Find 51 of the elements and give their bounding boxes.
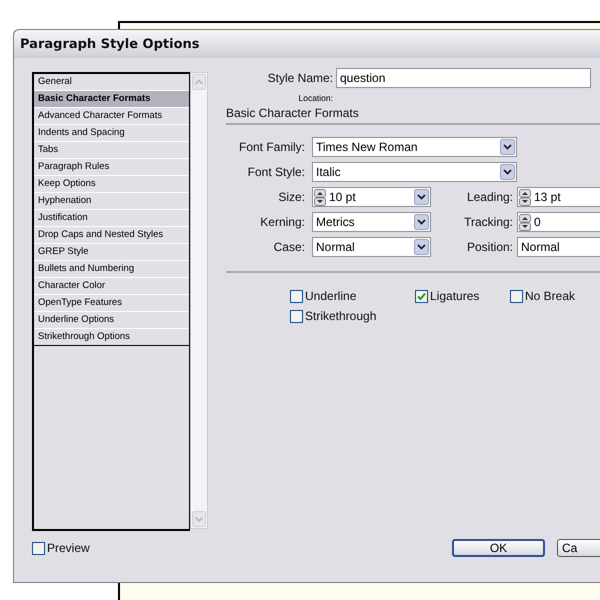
spinner-field[interactable]: 0 [517, 212, 600, 232]
field-label: Font Family: [238, 140, 305, 154]
dropdown-field[interactable]: Normal [517, 237, 600, 258]
dropdown-field[interactable]: Metrics [312, 212, 431, 232]
category-item[interactable]: Drop Caps and Nested Styles [34, 227, 189, 244]
category-item[interactable]: Keep Options [34, 176, 189, 194]
section-heading: Basic Character Formats [226, 106, 600, 126]
checkbox[interactable] [32, 542, 45, 555]
checkbox-label: Ligatures [430, 289, 480, 304]
category-item[interactable]: Advanced Character Formats [34, 108, 189, 126]
category-item[interactable]: Justification [34, 210, 189, 228]
dropdown-field[interactable]: Times New Roman [312, 137, 517, 158]
category-item[interactable]: Character Color [34, 278, 189, 296]
category-item[interactable]: Strikethrough Options [34, 329, 189, 346]
checkbox-label: Underline [305, 289, 356, 304]
category-item[interactable]: Indents and Spacing [34, 125, 189, 142]
category-item[interactable]: Hyphenation [34, 193, 189, 210]
category-item[interactable]: GREP Style [34, 244, 189, 262]
checkbox-label: Preview [47, 541, 90, 556]
spinner-icon[interactable] [314, 188, 326, 206]
field-label: Position: [466, 240, 513, 254]
spinner-dropdown-field[interactable]: 13 pt [517, 187, 600, 208]
field-label: Font Style: [246, 165, 305, 180]
dropdown-field[interactable]: Normal [312, 237, 431, 258]
checkbox[interactable] [415, 290, 428, 303]
window-title: Paragraph Style Options [14, 30, 600, 58]
field-label: Tracking: [463, 215, 513, 230]
field-label: Style Name: [266, 71, 333, 86]
checkbox-label: Strikethrough [305, 309, 376, 324]
checkbox-label: No Break [525, 289, 576, 304]
spinner-icon[interactable] [519, 214, 531, 231]
location-label: Location: [298, 93, 333, 104]
spinner-icon[interactable] [519, 188, 531, 206]
field-label: Kerning: [259, 215, 305, 230]
spinner-dropdown-field[interactable]: 10 pt [312, 187, 431, 208]
checkbox[interactable] [290, 290, 303, 303]
style-name-field[interactable]: question [336, 68, 591, 88]
category-item[interactable]: Basic Character Formats [34, 91, 189, 108]
field-label: Size: [277, 190, 305, 204]
category-item[interactable]: Bullets and Numbering [34, 261, 189, 278]
field-label: Leading: [466, 190, 513, 204]
category-item[interactable]: Paragraph Rules [34, 159, 189, 176]
category-item[interactable]: Tabs [34, 142, 189, 160]
field-label: Case: [272, 240, 305, 254]
dropdown-field[interactable]: Italic [312, 162, 517, 182]
cancel-button[interactable]: Ca [557, 539, 600, 558]
checkbox[interactable] [510, 290, 523, 303]
checkbox[interactable] [290, 310, 303, 323]
category-item[interactable]: OpenType Features [34, 295, 189, 312]
ok-button[interactable]: OK [452, 539, 545, 558]
category-item[interactable]: Underline Options [34, 312, 189, 330]
